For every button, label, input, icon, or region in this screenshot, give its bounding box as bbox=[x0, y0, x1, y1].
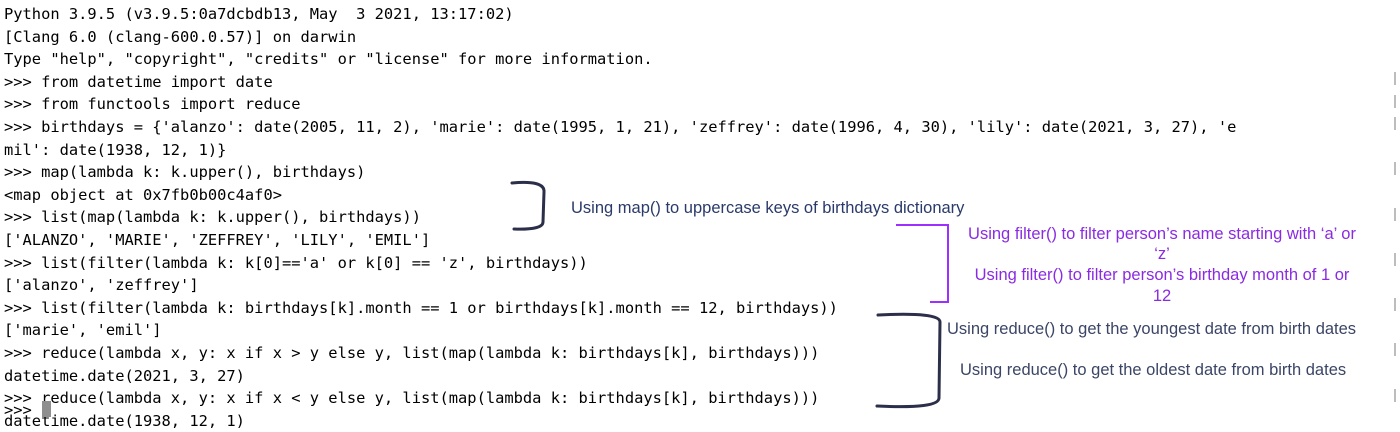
gutter-marker bbox=[1394, 117, 1396, 130]
gutter-marker bbox=[1394, 72, 1396, 85]
gutter-marker bbox=[1394, 298, 1396, 311]
terminal-line: >>> from functools import reduce bbox=[4, 95, 301, 114]
reduce-oldest-annotation: Using reduce() to get the oldest date fr… bbox=[960, 361, 1347, 379]
terminal-line: ['ALANZO', 'MARIE', 'ZEFFREY', 'LILY', '… bbox=[4, 231, 431, 249]
terminal-line: mil': date(1938, 12, 1)} bbox=[4, 140, 227, 159]
map-annotation: Using map() to uppercase keys of birthda… bbox=[571, 199, 965, 217]
gutter-marker bbox=[1394, 162, 1396, 175]
terminal-line: >>> map(lambda k: k.upper(), birthdays) bbox=[4, 163, 366, 182]
gutter-marker bbox=[1394, 208, 1396, 221]
terminal-line: ['alanzo', 'zeffrey'] bbox=[4, 276, 199, 295]
terminal-prompt-line[interactable]: >>> bbox=[4, 400, 52, 420]
terminal-line: Type "help", "copyright", "credits" or "… bbox=[4, 50, 653, 69]
filter-name-annotation-line2: ‘z’ bbox=[1154, 245, 1170, 263]
terminal-line: ['marie', 'emil'] bbox=[4, 321, 162, 340]
terminal-line: >>> birthdays = {'alanzo': date(2005, 11… bbox=[4, 118, 1237, 136]
terminal-line: >>> from datetime import date bbox=[4, 72, 273, 91]
terminal-line: >>> list(filter(lambda k: birthdays[k].m… bbox=[4, 298, 838, 317]
filter-month-annotation-line2: 12 bbox=[1152, 287, 1172, 305]
filter-name-annotation: Using filter() to filter person’s name s… bbox=[952, 224, 1372, 264]
text-cursor bbox=[42, 401, 52, 417]
gutter-marker bbox=[1394, 95, 1396, 108]
reduce-youngest-annotation: Using reduce() to get the youngest date … bbox=[947, 320, 1357, 338]
terminal-line: >>> reduce(lambda x, y: x if x > y else … bbox=[4, 344, 820, 362]
terminal-line: >>> list(map(lambda k: k.upper(), birthd… bbox=[4, 208, 421, 227]
prompt: >>> bbox=[4, 401, 42, 419]
terminal-line: <map object at 0x7fb0b00c4af0> bbox=[4, 185, 282, 204]
terminal-line: Python 3.9.5 (v3.9.5:0a7dcbdb13, May 3 2… bbox=[4, 5, 514, 23]
terminal-line: >>> reduce(lambda x, y: x if x < y else … bbox=[4, 389, 820, 408]
filter-month-annotation: Using filter() to filter person’s birthd… bbox=[952, 265, 1372, 307]
gutter-marker bbox=[1394, 389, 1396, 402]
filter-month-annotation-line1: Using filter() to filter person’s birthd… bbox=[974, 266, 1350, 284]
filter-name-annotation-line1: Using filter() to filter person’s name s… bbox=[968, 225, 1356, 243]
terminal-line: datetime.date(2021, 3, 27) bbox=[4, 366, 245, 385]
terminal-line: >>> list(filter(lambda k: k[0]=='a' or k… bbox=[4, 253, 588, 272]
gutter-marker bbox=[1394, 343, 1396, 356]
gutter-marker bbox=[1394, 253, 1396, 266]
terminal-line: [Clang 6.0 (clang-600.0.57)] on darwin bbox=[4, 27, 357, 46]
